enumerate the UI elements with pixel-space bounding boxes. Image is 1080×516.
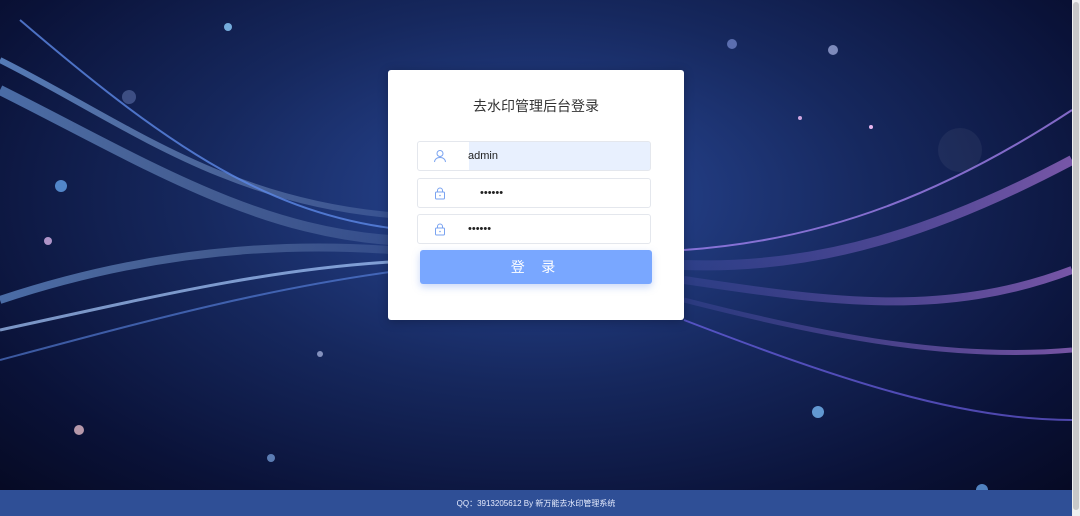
confirm-password-field[interactable] [417,214,651,244]
lock-icon [418,215,462,243]
page-title: 去水印管理后台登录 [473,99,599,115]
username-field[interactable] [417,141,651,171]
scrollbar-thumb[interactable] [1073,2,1079,510]
password-input[interactable] [462,179,650,207]
lock-icon [418,179,462,207]
footer-text: QQ：3913205612 By 新万能去水印管理系统 [456,498,616,508]
password-field[interactable] [417,178,651,208]
username-input[interactable] [462,142,650,170]
user-icon [418,142,462,170]
confirm-password-input[interactable] [462,215,650,243]
scrollbar[interactable] [1072,0,1080,516]
login-card: 去水印管理后台登录 登 录 [388,70,684,320]
footer: QQ：3913205612 By 新万能去水印管理系统 [0,490,1072,516]
login-button[interactable]: 登 录 [420,250,652,284]
